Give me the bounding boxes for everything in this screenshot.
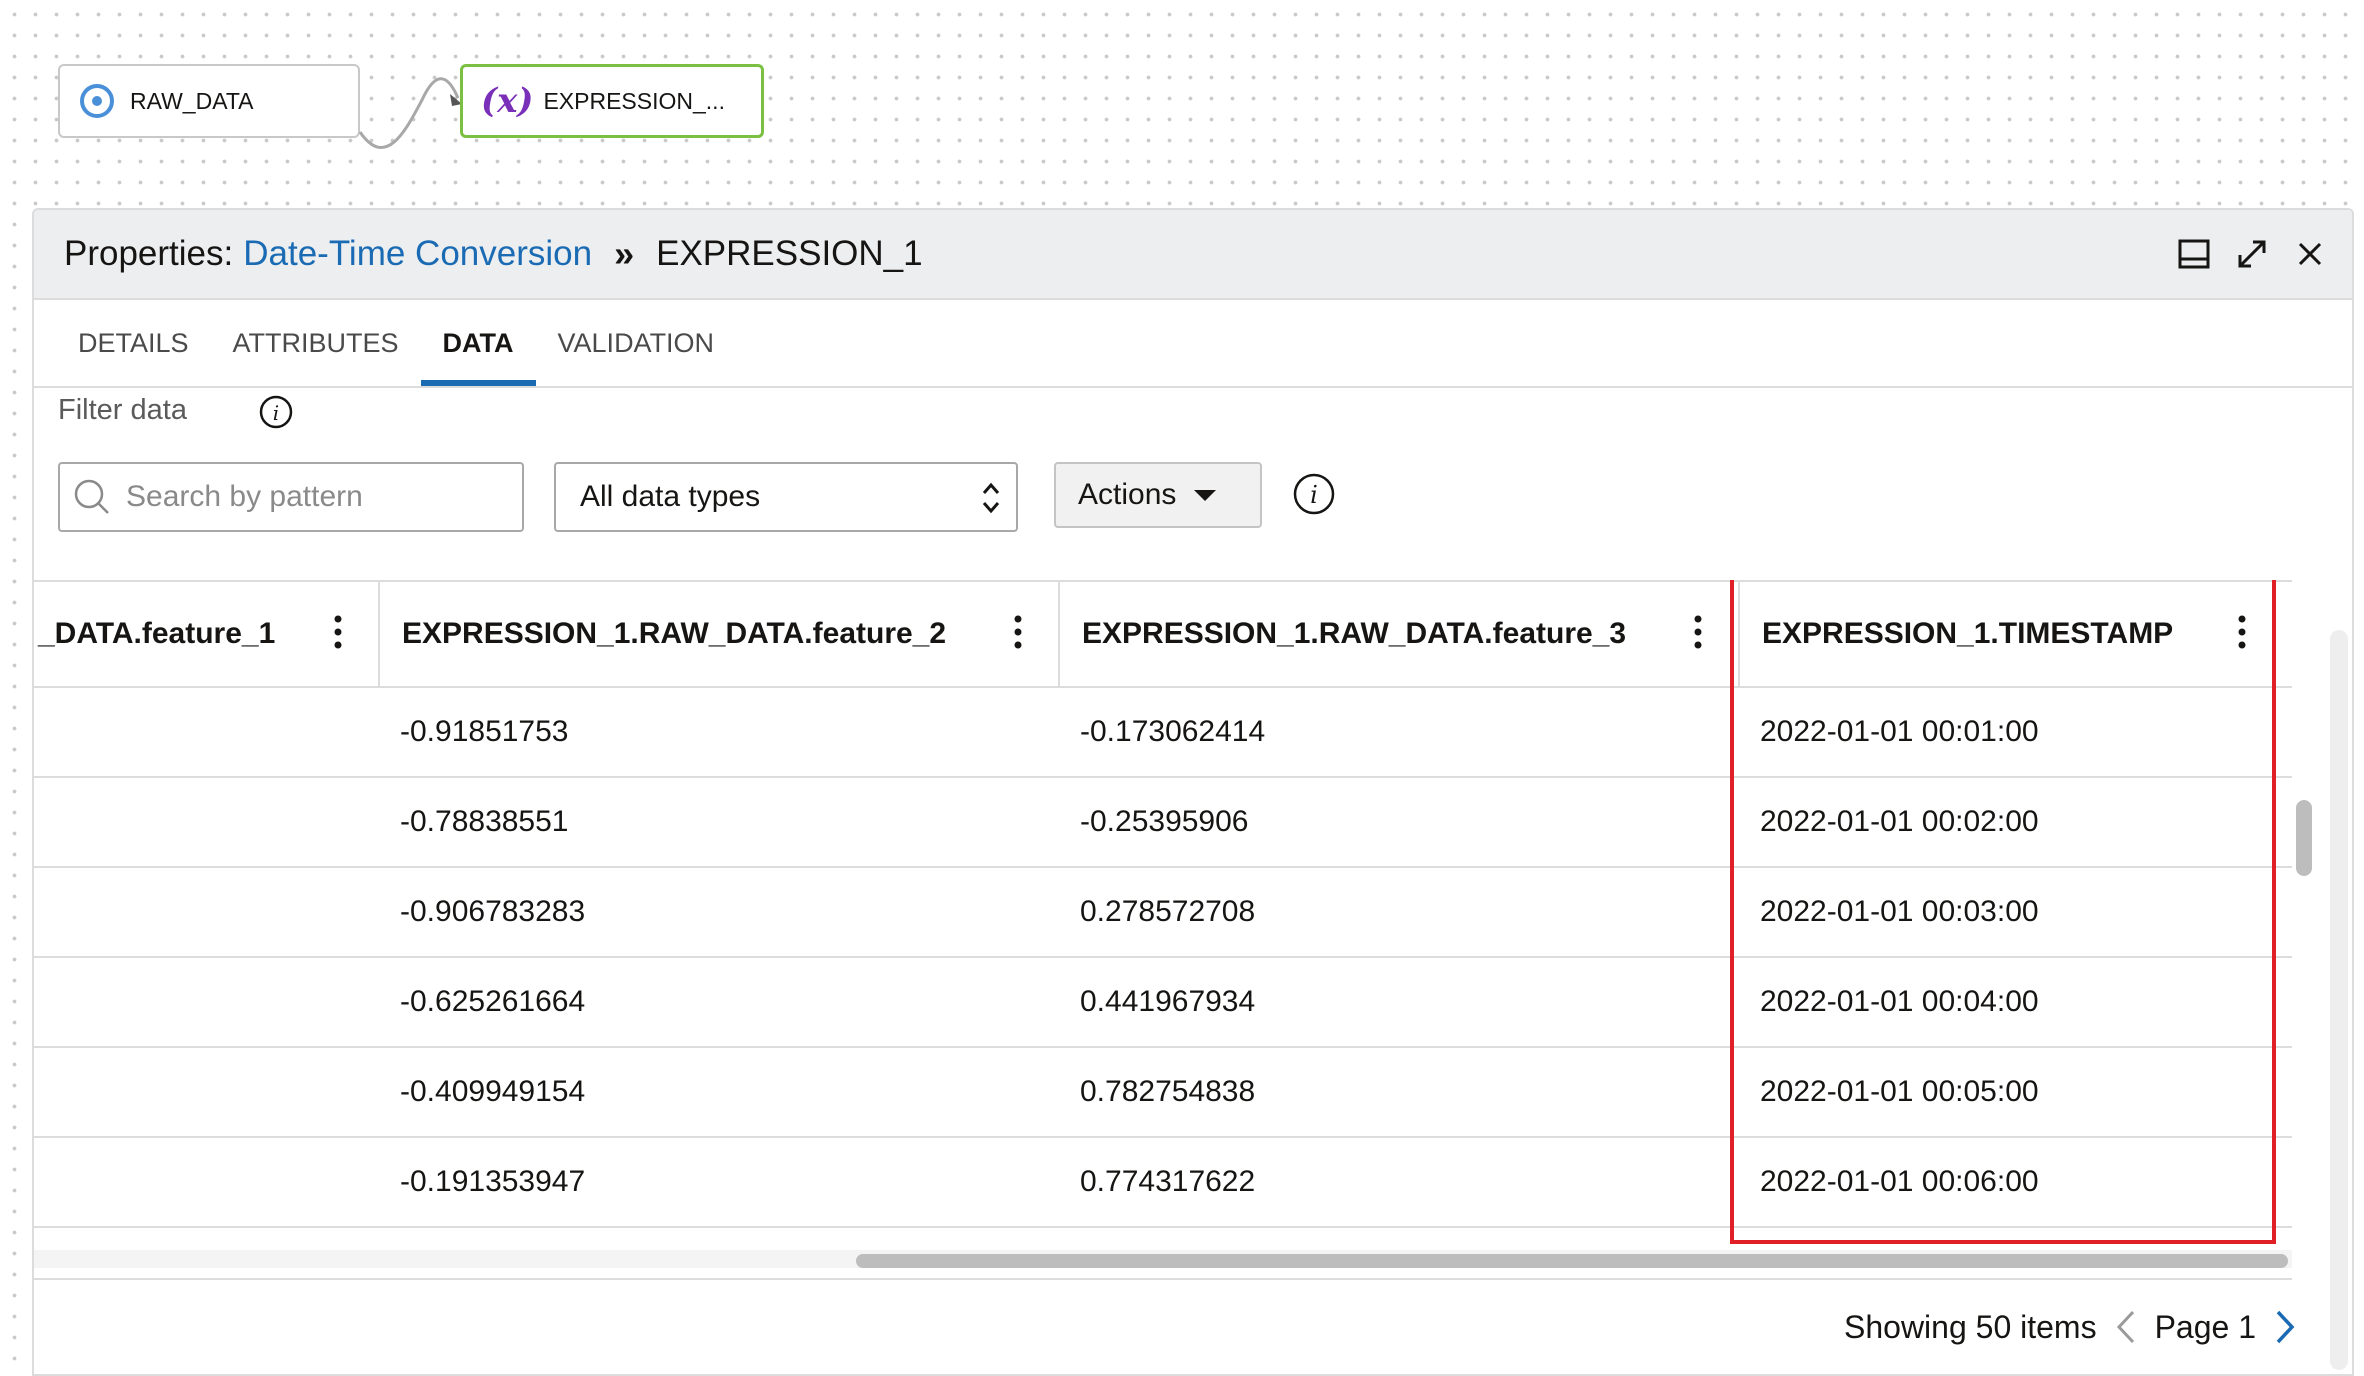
- svg-text:i: i: [273, 401, 279, 425]
- column-header[interactable]: _DATA.feature_1: [34, 582, 378, 686]
- column-header[interactable]: EXPRESSION_1.RAW_DATA.feature_3: [1060, 582, 1738, 686]
- table-row[interactable]: -0.625261664 0.441967934 2022-01-01 00:0…: [34, 958, 2292, 1048]
- close-icon[interactable]: [2292, 236, 2328, 272]
- breadcrumb-separator: »: [614, 233, 635, 274]
- table-cell: 2022-01-01 00:02:00: [1760, 805, 2039, 838]
- tab-validation[interactable]: VALIDATION: [536, 300, 737, 386]
- table-row[interactable]: -0.91851753 -0.173062414 2022-01-01 00:0…: [34, 688, 2292, 778]
- grid-vertical-scrollbar[interactable]: [2296, 800, 2312, 876]
- panel-vertical-scrollbar[interactable]: [2330, 630, 2348, 1370]
- tab-details[interactable]: DETAILS: [56, 300, 211, 386]
- chevron-left-icon[interactable]: [2115, 1308, 2137, 1346]
- column-header[interactable]: EXPRESSION_1.RAW_DATA.feature_2: [380, 582, 1058, 686]
- actions-label: Actions: [1078, 478, 1177, 511]
- table-cell: -0.25395906: [1080, 805, 1249, 838]
- data-type-value: All data types: [580, 480, 761, 513]
- table-row[interactable]: -0.78838551 -0.25395906 2022-01-01 00:02…: [34, 778, 2292, 868]
- table-cell: -0.91851753: [400, 715, 569, 748]
- node-connector: [358, 77, 462, 149]
- tab-bar: DETAILS ATTRIBUTES DATA VALIDATION: [34, 300, 2352, 388]
- chevron-right-icon[interactable]: [2274, 1308, 2296, 1346]
- info-icon[interactable]: i: [1292, 472, 1336, 521]
- node-raw-data[interactable]: RAW_DATA: [58, 64, 360, 138]
- panel-title-node: EXPRESSION_1: [656, 234, 923, 273]
- table-cell: -0.625261664: [400, 985, 586, 1018]
- table-cell: -0.78838551: [400, 805, 569, 838]
- tab-attributes[interactable]: ATTRIBUTES: [211, 300, 421, 386]
- page-indicator: Page 1: [2154, 1308, 2256, 1345]
- data-grid: _DATA.feature_1 EXPRESSION_1.RAW_DATA.fe…: [34, 580, 2292, 1280]
- column-header-label: _DATA.feature_1: [38, 617, 276, 650]
- data-type-select[interactable]: All data types: [554, 462, 1018, 532]
- column-header[interactable]: EXPRESSION_1.TIMESTAMP: [1740, 582, 2292, 686]
- search-placeholder: Search by pattern: [126, 480, 363, 513]
- column-menu-icon[interactable]: [2238, 614, 2246, 658]
- panel-title-prefix: Properties:: [64, 234, 234, 273]
- item-count: Showing 50 items: [1844, 1308, 2097, 1345]
- expression-icon: (x): [481, 81, 534, 121]
- table-cell: 2022-01-01 00:04:00: [1760, 985, 2039, 1018]
- table-cell: 2022-01-01 00:03:00: [1760, 895, 2039, 928]
- table-row[interactable]: -0.191353947 0.774317622 2022-01-01 00:0…: [34, 1138, 2292, 1228]
- search-icon: [72, 477, 112, 517]
- column-header-label: EXPRESSION_1.TIMESTAMP: [1762, 617, 2174, 650]
- source-icon: [80, 84, 114, 118]
- table-cell: -0.173062414: [1080, 715, 1266, 748]
- table-cell: 2022-01-01 00:01:00: [1760, 715, 2039, 748]
- column-menu-icon[interactable]: [334, 614, 342, 658]
- column-menu-icon[interactable]: [1014, 614, 1022, 658]
- svg-text:i: i: [1310, 481, 1318, 509]
- table-cell: 2022-01-01 00:05:00: [1760, 1075, 2039, 1108]
- chevron-down-icon: [1194, 489, 1217, 501]
- node-label: RAW_DATA: [130, 87, 254, 114]
- pagination: Showing 50 items Page 1: [1844, 1308, 2296, 1346]
- filter-data-label: Filter data: [58, 394, 187, 426]
- select-arrows-icon: [980, 478, 1002, 526]
- divider: [34, 1278, 2292, 1280]
- tab-data[interactable]: DATA: [420, 300, 536, 386]
- column-header-label: EXPRESSION_1.RAW_DATA.feature_3: [1082, 617, 1627, 650]
- properties-panel: Properties: Date-Time Conversion » EXPRE…: [32, 208, 2354, 1376]
- table-cell: 2022-01-01 00:06:00: [1760, 1165, 2039, 1198]
- table-cell: -0.906783283: [400, 895, 586, 928]
- table-cell: -0.409949154: [400, 1075, 586, 1108]
- actions-button[interactable]: Actions: [1054, 462, 1262, 528]
- node-expression[interactable]: (x) EXPRESSION_...: [460, 64, 764, 138]
- column-menu-icon[interactable]: [1694, 614, 1702, 658]
- expand-icon[interactable]: [2234, 236, 2270, 272]
- data-flow-link[interactable]: Date-Time Conversion: [243, 234, 592, 274]
- horizontal-scrollbar-thumb[interactable]: [856, 1254, 2288, 1268]
- table-row[interactable]: -0.409949154 0.782754838 2022-01-01 00:0…: [34, 1048, 2292, 1138]
- table-row[interactable]: -0.906783283 0.278572708 2022-01-01 00:0…: [34, 868, 2292, 958]
- search-input[interactable]: Search by pattern: [58, 462, 524, 532]
- table-cell: 0.278572708: [1080, 895, 1256, 928]
- table-cell: 0.782754838: [1080, 1075, 1256, 1108]
- dock-icon[interactable]: [2176, 236, 2212, 272]
- panel-header: Properties: Date-Time Conversion » EXPRE…: [34, 210, 2352, 300]
- info-icon[interactable]: i: [258, 394, 294, 435]
- table-cell: 0.441967934: [1080, 985, 1256, 1018]
- node-label: EXPRESSION_...: [543, 87, 725, 114]
- table-cell: -0.191353947: [400, 1165, 586, 1198]
- column-header-label: EXPRESSION_1.RAW_DATA.feature_2: [402, 617, 947, 650]
- table-cell: 0.774317622: [1080, 1165, 1256, 1198]
- grid-header: _DATA.feature_1 EXPRESSION_1.RAW_DATA.fe…: [34, 580, 2292, 688]
